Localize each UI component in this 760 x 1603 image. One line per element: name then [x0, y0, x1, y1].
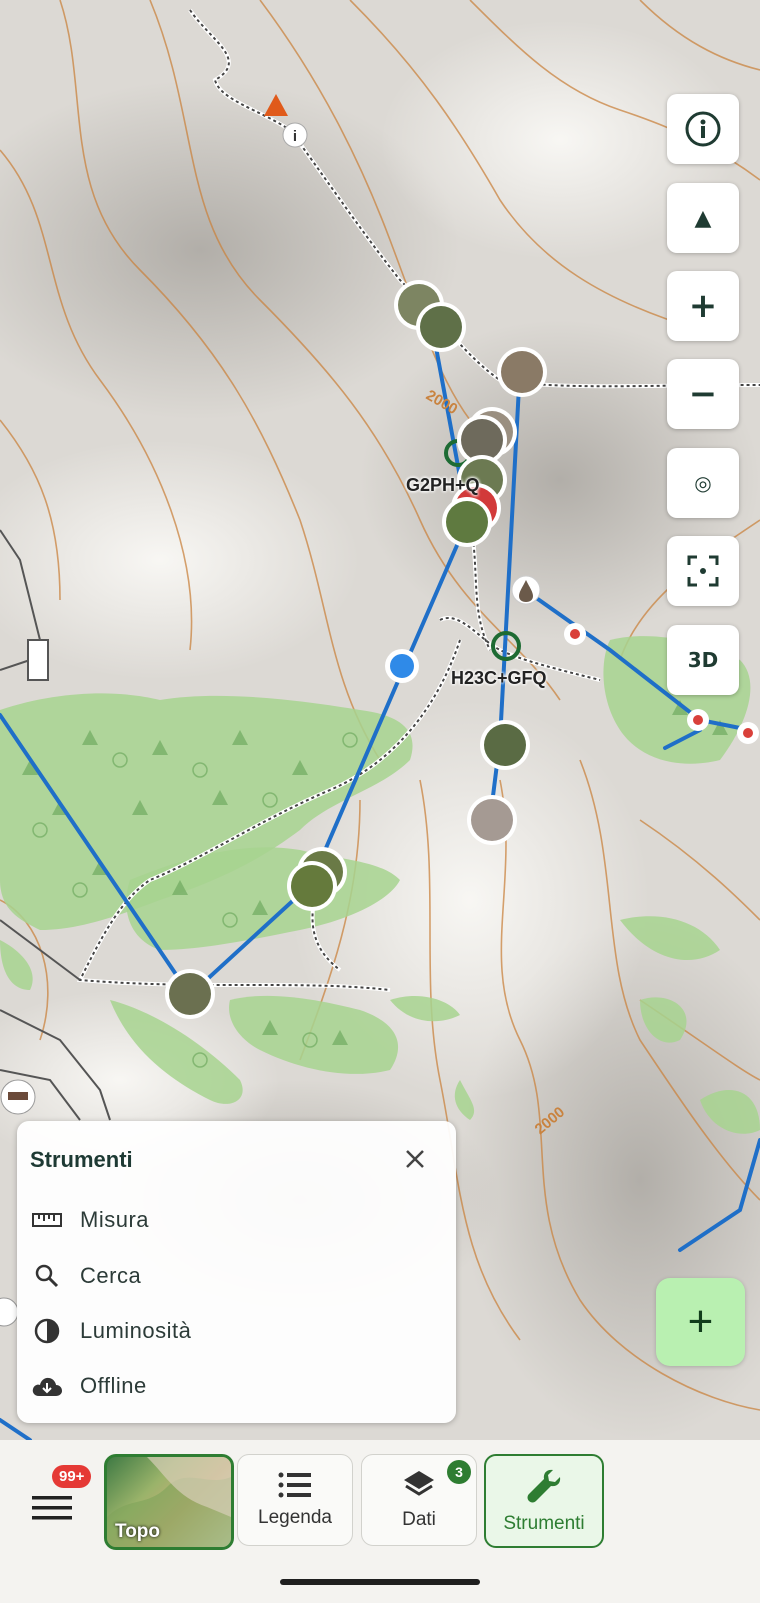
- cloud-download-icon: [30, 1371, 64, 1401]
- compass-button[interactable]: ▲: [667, 183, 739, 253]
- home-indicator[interactable]: [280, 1579, 480, 1585]
- tools-panel-title: Strumenti: [30, 1147, 133, 1172]
- info-icon: [685, 111, 721, 147]
- north-arrow-icon: ▲: [694, 205, 712, 231]
- zoom-out-button[interactable]: −: [667, 359, 739, 429]
- map-style-label: Topo: [115, 1521, 161, 1542]
- legend-label: Legenda: [258, 1507, 332, 1528]
- legend-button[interactable]: Legenda: [237, 1454, 353, 1546]
- locate-button[interactable]: ◎: [667, 448, 739, 518]
- data-label: Dati: [402, 1509, 436, 1530]
- tool-offline[interactable]: Offline: [30, 1364, 430, 1408]
- map-style-button[interactable]: Topo: [104, 1454, 234, 1550]
- layers-icon: [404, 1471, 434, 1496]
- plus-code-label-2: H23C+GFQ: [451, 668, 547, 688]
- notification-badge: 99+: [52, 1465, 92, 1488]
- info-button[interactable]: [667, 94, 739, 164]
- frame-button[interactable]: [667, 536, 739, 606]
- minus-icon: −: [688, 374, 718, 414]
- tools-panel: Strumenti Misura Cerca Luminosità Offlin…: [17, 1121, 456, 1423]
- brightness-icon: [30, 1316, 64, 1346]
- list-icon: [278, 1472, 311, 1498]
- wrench-icon: [527, 1469, 561, 1503]
- svg-text:i: i: [293, 128, 297, 145]
- tools-label: Strumenti: [503, 1513, 585, 1534]
- hamburger-menu-icon: [32, 1496, 72, 1520]
- add-button[interactable]: +: [656, 1278, 745, 1366]
- zoom-in-button[interactable]: +: [667, 271, 739, 341]
- three-d-label: 3D: [687, 648, 719, 672]
- tool-measure-label: Misura: [80, 1207, 150, 1232]
- tool-brightness[interactable]: Luminosità: [30, 1309, 430, 1353]
- tool-search[interactable]: Cerca: [30, 1254, 430, 1298]
- data-badge: 3: [447, 1460, 471, 1484]
- plus-code-label-1: G2PH+Q: [406, 475, 480, 495]
- frame-icon: [687, 555, 719, 587]
- ruler-icon: [30, 1205, 64, 1235]
- plus-icon: +: [688, 286, 718, 326]
- locate-icon: ◎: [694, 471, 712, 495]
- close-icon[interactable]: [401, 1145, 429, 1173]
- search-icon: [30, 1261, 64, 1291]
- tools-button[interactable]: Strumenti: [484, 1454, 604, 1548]
- tool-measure[interactable]: Misura: [30, 1198, 430, 1242]
- plus-icon: +: [687, 1297, 714, 1346]
- tool-brightness-label: Luminosità: [80, 1318, 192, 1343]
- three-d-button[interactable]: 3D: [667, 625, 739, 695]
- tool-offline-label: Offline: [80, 1373, 147, 1398]
- tool-search-label: Cerca: [80, 1263, 142, 1288]
